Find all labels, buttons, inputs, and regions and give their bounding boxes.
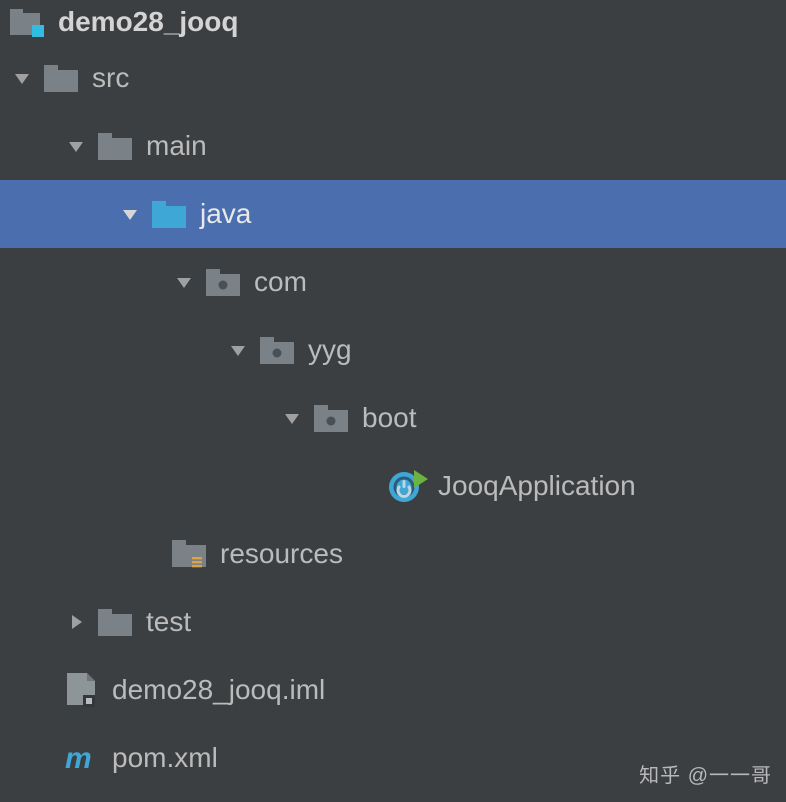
chevron-down-icon	[280, 406, 304, 430]
tree-label: JooqApplication	[438, 472, 636, 500]
tree-row-main[interactable]: main	[0, 112, 786, 180]
iml-file-icon	[64, 673, 98, 707]
chevron-down-icon	[64, 134, 88, 158]
tree-row-test[interactable]: test	[0, 588, 786, 656]
tree-label: main	[146, 132, 207, 160]
tree-row-com[interactable]: com	[0, 248, 786, 316]
chevron-down-icon	[226, 338, 250, 362]
tree-label: boot	[362, 404, 417, 432]
folder-icon	[98, 605, 132, 639]
tree-label: resources	[220, 540, 343, 568]
tree-label: pom.xml	[112, 744, 218, 772]
package-icon	[314, 401, 348, 435]
tree-row-boot[interactable]: boot	[0, 384, 786, 452]
tree-label: src	[92, 64, 129, 92]
chevron-down-icon	[118, 202, 142, 226]
spring-boot-run-icon	[388, 469, 428, 503]
project-tree: demo28_jooq src main	[0, 0, 786, 792]
source-folder-icon	[152, 197, 186, 231]
folder-icon	[44, 61, 78, 95]
module-icon	[10, 5, 44, 39]
watermark: 知乎 @一一哥	[639, 759, 772, 788]
tree-label: demo28_jooq.iml	[112, 676, 325, 704]
tree-label: com	[254, 268, 307, 296]
chevron-right-icon	[64, 610, 88, 634]
tree-row-src[interactable]: src	[0, 44, 786, 112]
tree-row-iml[interactable]: demo28_jooq.iml	[0, 656, 786, 724]
tree-row-application[interactable]: JooqApplication	[0, 452, 786, 520]
tree-label: demo28_jooq	[58, 8, 238, 36]
tree-row-root[interactable]: demo28_jooq	[0, 0, 786, 44]
tree-row-yyg[interactable]: yyg	[0, 316, 786, 384]
maven-file-icon: m	[64, 741, 98, 775]
resources-folder-icon	[172, 537, 206, 571]
package-icon	[260, 333, 294, 367]
folder-icon	[98, 129, 132, 163]
tree-row-java[interactable]: java	[0, 180, 786, 248]
chevron-down-icon	[10, 66, 34, 90]
tree-label: yyg	[308, 336, 352, 364]
package-icon	[206, 265, 240, 299]
svg-text:m: m	[65, 742, 92, 774]
tree-label: test	[146, 608, 191, 636]
tree-row-resources[interactable]: resources	[0, 520, 786, 588]
tree-label: java	[200, 200, 251, 228]
chevron-down-icon	[172, 270, 196, 294]
